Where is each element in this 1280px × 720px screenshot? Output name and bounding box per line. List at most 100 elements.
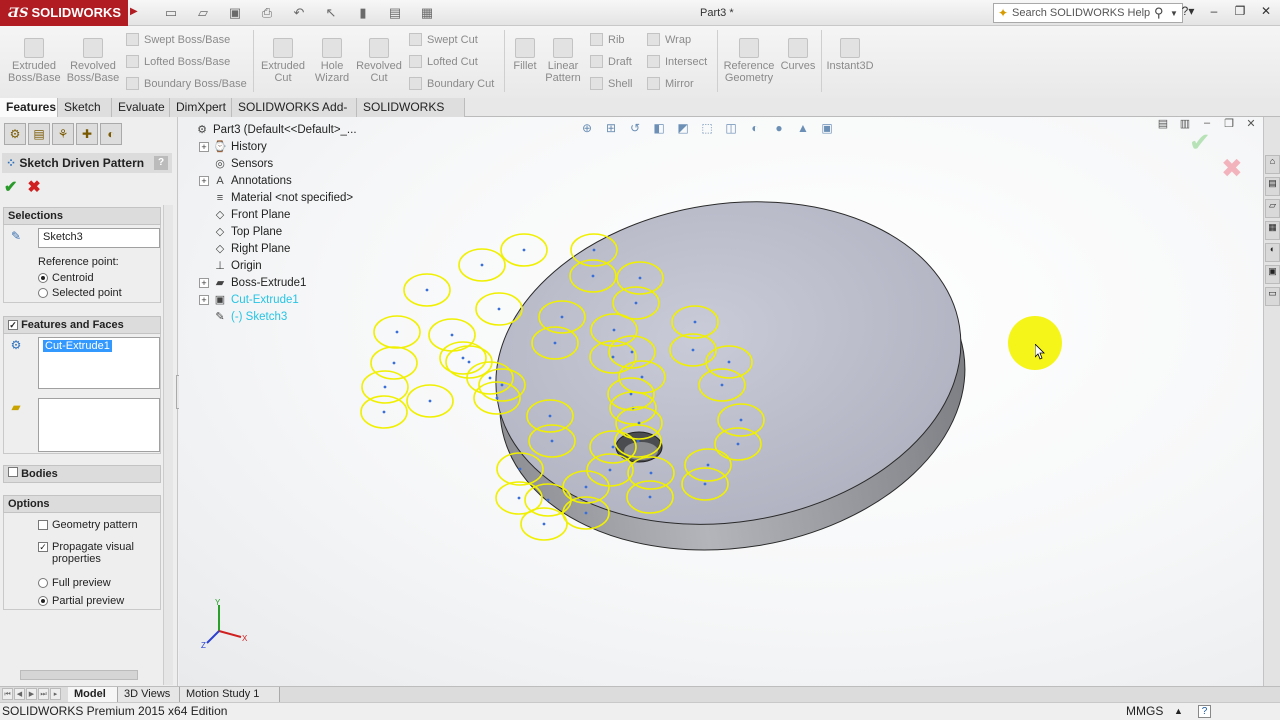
status-help-icon[interactable]: ? (1198, 705, 1211, 718)
extruded-cut-button[interactable]: Extruded Cut (258, 38, 308, 84)
help-icon[interactable]: ?▾ (1178, 4, 1198, 20)
partial-preview-indicator[interactable] (38, 596, 48, 606)
swept-cut-button[interactable]: Swept Cut (409, 33, 478, 46)
draft-button[interactable]: Draft (590, 55, 632, 68)
restore-button[interactable]: ❐ (1230, 4, 1250, 20)
tab-evaluate[interactable]: Evaluate (112, 98, 170, 117)
solidworks-resources-icon[interactable]: ⌂ (1265, 155, 1280, 174)
search-help-box[interactable]: ✦ Search SOLIDWORKS Help ⚲ ▼ (993, 3, 1183, 23)
pm-vertical-scrollbar[interactable] (163, 205, 173, 685)
instant3d-button[interactable]: Instant3D (825, 38, 875, 72)
graphics-area[interactable]: ⚙ Part3 (Default<<Default>_... + ⌚ History ◎ S… (179, 117, 1263, 687)
tab-dimxpert[interactable]: DimXpert (170, 98, 232, 117)
rib-button[interactable]: Rib (590, 33, 625, 46)
design-library-icon[interactable]: ▤ (1265, 177, 1280, 196)
prev-tab-icon[interactable]: ◀ (14, 688, 25, 700)
boundary-cut-button[interactable]: Boundary Cut (409, 77, 494, 90)
wrap-button[interactable]: Wrap (647, 33, 691, 46)
faces-selection-list[interactable] (38, 398, 160, 452)
boundary-boss-button[interactable]: Boundary Boss/Base (126, 77, 247, 90)
select-icon[interactable]: ↖ (320, 4, 342, 22)
extruded-boss-button[interactable]: Extruded Boss/Base (8, 38, 61, 84)
view-palette-icon[interactable]: ▦ (1265, 221, 1280, 240)
units-selector[interactable]: MMGS (1126, 703, 1163, 720)
configuration-manager-icon[interactable]: ⚘ (52, 123, 74, 145)
tab-motion-study[interactable]: Motion Study 1 (180, 687, 280, 702)
ok-check-icon[interactable]: ✔ (4, 177, 17, 197)
property-manager-icon[interactable]: ▤ (28, 123, 50, 145)
mirror-button[interactable]: Mirror (647, 77, 694, 90)
feature-manager-icon[interactable]: ⚙ (4, 123, 26, 145)
custom-properties-icon[interactable]: ▣ (1265, 265, 1280, 284)
bodies-checkbox[interactable] (8, 467, 18, 477)
forum-icon[interactable]: ▭ (1265, 287, 1280, 306)
linear-pattern-button[interactable]: Linear Pattern (543, 38, 583, 84)
units-dropdown-icon[interactable]: ▲ (1174, 703, 1183, 720)
full-preview-radio[interactable]: Full preview (38, 577, 111, 589)
search-help-input[interactable]: Search SOLIDWORKS Help (1012, 7, 1154, 19)
print-icon[interactable]: ⎙ (256, 4, 278, 22)
next-tab-icon[interactable]: ▶ (26, 688, 37, 700)
close-button[interactable]: ✕ (1256, 4, 1276, 20)
minimize-button[interactable]: – (1204, 4, 1224, 20)
swept-boss-button[interactable]: Swept Boss/Base (126, 33, 230, 46)
pattern-point (488, 376, 492, 380)
curves-button[interactable]: Curves (779, 38, 817, 72)
geometry-pattern-checkbox[interactable] (38, 520, 48, 530)
file-properties-icon[interactable]: ▤ (384, 4, 406, 22)
tab-features[interactable]: Features (0, 98, 58, 117)
help-icon[interactable]: ? (154, 156, 168, 170)
tab-model[interactable]: Model (68, 687, 118, 702)
selected-point-radio-indicator[interactable] (38, 288, 48, 298)
reference-geometry-button[interactable]: Reference Geometry (722, 38, 776, 84)
selected-point-radio[interactable]: Selected point (38, 287, 122, 299)
search-icon[interactable]: ⚲ (1154, 5, 1170, 21)
features-selection-list[interactable]: Cut-Extrude1 (38, 337, 160, 389)
solidworks-logo[interactable]: ƋS SOLIDWORKS (0, 0, 128, 26)
centroid-radio[interactable]: Centroid (38, 272, 94, 284)
lofted-boss-button[interactable]: Lofted Boss/Base (126, 55, 230, 68)
first-tab-icon[interactable]: ⏮ (2, 688, 13, 700)
geometry-pattern-check[interactable]: Geometry pattern (38, 519, 138, 531)
tab-3d-views[interactable]: 3D Views (118, 687, 180, 702)
file-explorer-icon[interactable]: ▱ (1265, 199, 1280, 218)
tab-addins[interactable]: SOLIDWORKS Add-Ins (232, 98, 357, 132)
selections-header[interactable]: Selections (3, 207, 161, 225)
fillet-button[interactable]: Fillet (508, 38, 542, 72)
options-icon[interactable]: ▦ (416, 4, 438, 22)
open-folder-icon[interactable]: ▱ (192, 4, 214, 22)
options-header[interactable]: Options (3, 495, 161, 513)
features-faces-header[interactable]: ✓ Features and Faces (3, 316, 161, 334)
part-model[interactable] (179, 117, 1263, 687)
full-preview-indicator[interactable] (38, 578, 48, 588)
extra-tab-icon[interactable]: ▸ (50, 688, 61, 700)
save-icon[interactable]: ▣ (224, 4, 246, 22)
pm-horizontal-scrollbar[interactable] (20, 670, 138, 680)
centroid-radio-indicator[interactable] (38, 273, 48, 283)
tab-mbd[interactable]: SOLIDWORKS MBD (357, 98, 465, 132)
hole-wizard-button[interactable]: Hole Wizard (310, 38, 354, 84)
revolved-boss-button[interactable]: Revolved Boss/Base (66, 38, 120, 84)
cancel-x-icon[interactable]: ✖ (27, 177, 40, 197)
lofted-cut-button[interactable]: Lofted Cut (409, 55, 478, 68)
new-document-icon[interactable]: ▭ (160, 4, 182, 22)
selected-feature[interactable]: Cut-Extrude1 (43, 340, 112, 352)
undo-icon[interactable]: ↶ (288, 4, 310, 22)
propagate-visual-check[interactable]: ✓ Propagate visual properties (38, 541, 134, 565)
bodies-header[interactable]: Bodies (3, 465, 161, 483)
display-manager-icon[interactable]: ◐ (100, 123, 122, 145)
partial-preview-radio[interactable]: Partial preview (38, 595, 124, 607)
propagate-visual-checkbox[interactable]: ✓ (38, 542, 48, 552)
intersect-button[interactable]: Intersect (647, 55, 707, 68)
rebuild-icon[interactable]: ▮ (352, 4, 374, 22)
tab-sketch[interactable]: Sketch (58, 98, 112, 117)
last-tab-icon[interactable]: ⏭ (38, 688, 49, 700)
features-faces-checkbox[interactable]: ✓ (8, 320, 18, 330)
dimxpert-manager-icon[interactable]: ✚ (76, 123, 98, 145)
shell-button[interactable]: Shell (590, 77, 632, 90)
revolved-cut-button[interactable]: Revolved Cut (356, 38, 402, 84)
sketch-selection-field[interactable]: Sketch3 (38, 228, 160, 248)
logo-menu-arrow-icon[interactable]: ▶ (130, 6, 144, 20)
wrap-label: Wrap (665, 33, 692, 46)
appearances-icon[interactable]: ◐ (1265, 243, 1280, 262)
